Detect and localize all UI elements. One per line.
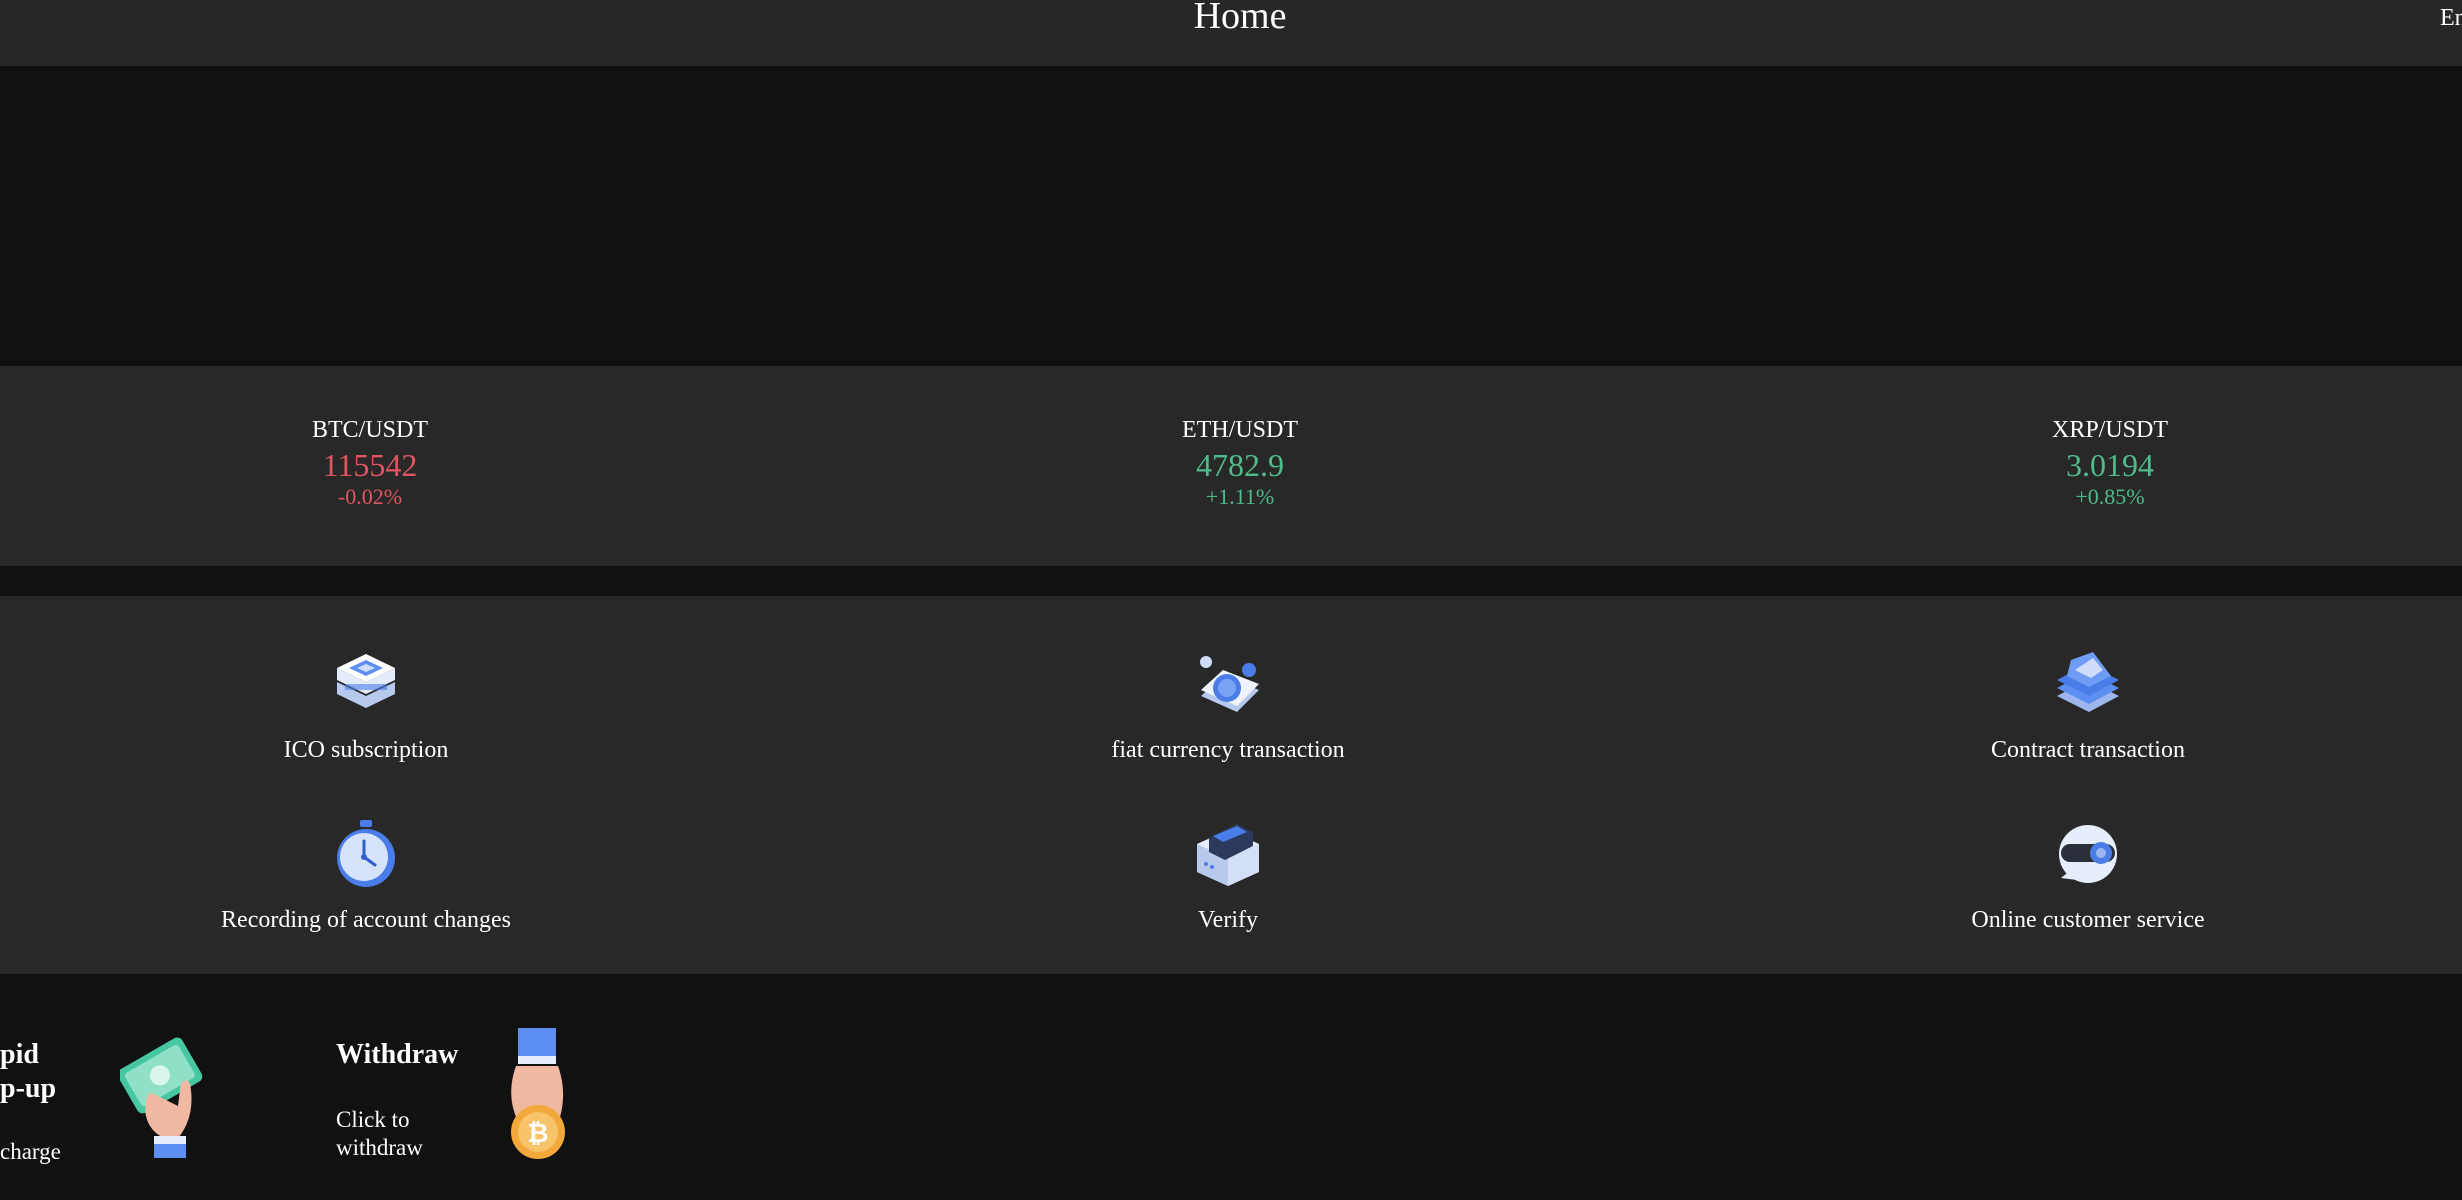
contract-book-icon bbox=[2057, 652, 2119, 712]
feature-label: Online customer service bbox=[1971, 907, 2205, 933]
feature-label: fiat currency transaction bbox=[1111, 737, 1345, 763]
topup-text: charge bbox=[0, 1139, 61, 1164]
action-cards: pid p-up charge Withdraw Click to withdr… bbox=[0, 974, 2462, 1200]
ticker-item-xrp[interactable]: XRP/USDT 3.0194 +0.85% bbox=[1960, 416, 2260, 510]
headset-icon bbox=[2059, 825, 2117, 883]
ticker-pair: BTC/USDT bbox=[311, 417, 428, 443]
ticker-pair: ETH/USDT bbox=[1182, 417, 1298, 443]
feature-label: Recording of account changes bbox=[221, 907, 511, 933]
market-ticker: BTC/USDT 115542 -0.02% ETH/USDT 4782.9 +… bbox=[0, 366, 2462, 566]
feature-account-records[interactable]: Recording of account changes bbox=[106, 820, 626, 934]
ticker-item-btc[interactable]: BTC/USDT 115542 -0.02% bbox=[220, 416, 520, 510]
withdraw-text-line2: withdraw bbox=[336, 1135, 423, 1160]
fiat-coin-icon bbox=[1200, 656, 1259, 712]
language-switch[interactable]: En bbox=[2440, 4, 2462, 32]
banner-area bbox=[0, 66, 2462, 366]
feature-fiat-transaction[interactable]: fiat currency transaction bbox=[968, 650, 1488, 764]
feature-customer-service[interactable]: Online customer service bbox=[1828, 820, 2348, 934]
ico-chip-icon bbox=[337, 654, 395, 708]
feature-contract-transaction[interactable]: Contract transaction bbox=[1828, 650, 2348, 764]
feature-label: Verify bbox=[1198, 907, 1258, 933]
feature-grid: ICO subscription fiat currency transacti… bbox=[0, 596, 2462, 974]
ticker-change: +0.85% bbox=[2075, 484, 2145, 509]
feature-label: ICO subscription bbox=[283, 737, 449, 763]
cash-hand-icon bbox=[120, 1037, 203, 1158]
ticker-price: 4782.9 bbox=[1196, 447, 1284, 483]
feature-verify[interactable]: Verify bbox=[968, 820, 1488, 934]
verify-box-icon bbox=[1197, 824, 1259, 886]
stopwatch-icon bbox=[337, 820, 395, 887]
feature-label: Contract transaction bbox=[1991, 737, 2185, 763]
ticker-change: -0.02% bbox=[337, 484, 403, 509]
withdraw-title: Withdraw bbox=[336, 1039, 459, 1070]
bitcoin-hand-icon: ₿ bbox=[511, 1028, 565, 1159]
ticker-pair: XRP/USDT bbox=[2051, 417, 2169, 443]
withdraw-text-line1: Click to bbox=[336, 1107, 410, 1132]
ticker-price: 3.0194 bbox=[2066, 447, 2154, 483]
ticker-price: 115542 bbox=[322, 447, 418, 483]
ticker-item-eth[interactable]: ETH/USDT 4782.9 +1.11% bbox=[1090, 416, 1390, 510]
header-bar: Home En bbox=[0, 0, 2462, 66]
topup-title-line1: pid bbox=[0, 1039, 39, 1070]
feature-ico-subscription[interactable]: ICO subscription bbox=[106, 650, 626, 764]
ticker-change: +1.11% bbox=[1205, 484, 1275, 509]
topup-title-line2: p-up bbox=[0, 1073, 57, 1104]
svg-text:₿: ₿ bbox=[527, 1119, 548, 1149]
page-title: Home bbox=[1193, 0, 1287, 37]
